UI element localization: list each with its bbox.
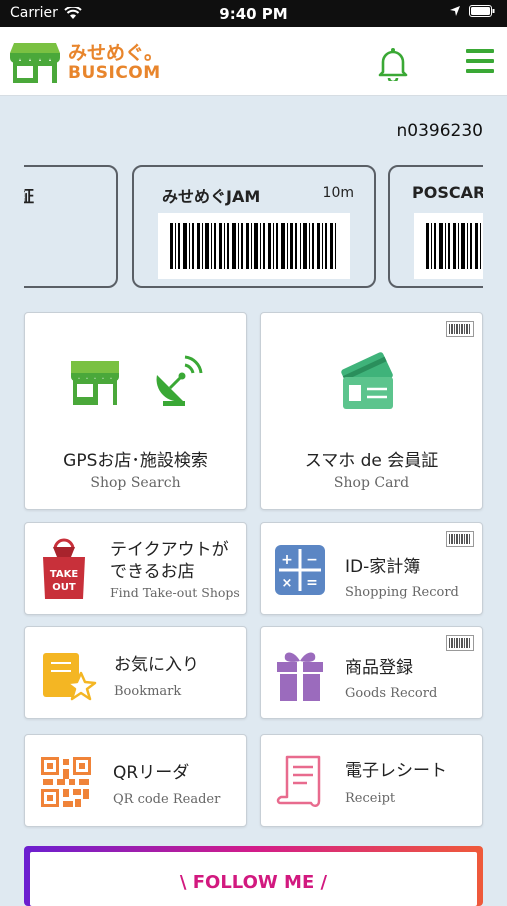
card-title: 証 — [24, 187, 35, 206]
follow-me-banner[interactable]: \ FOLLOW ME / — [24, 846, 483, 906]
tile-goods-record[interactable]: 商品登録 Goods Record — [260, 626, 483, 719]
follow-me-banner-inner: \ FOLLOW ME / — [30, 852, 477, 906]
svg-text:+: + — [281, 552, 293, 568]
barcode — [414, 213, 483, 279]
mini-barcode-icon — [446, 321, 474, 337]
logo-text-ja: みせめぐ。 — [68, 42, 164, 64]
card-title: みせめぐJAM — [162, 187, 261, 206]
tile-shop-card[interactable]: スマホ de 会員証 Shop Card — [260, 312, 483, 510]
tile-title: 電子レシート — [345, 761, 447, 781]
svg-text:×: × — [282, 576, 293, 591]
tile-subtitle: Receipt — [345, 791, 396, 806]
tile-title: QRリーダ — [113, 763, 190, 783]
tile-subtitle: Shop Card — [333, 475, 410, 491]
card-timer: 10m — [322, 185, 354, 201]
barcode-icon — [170, 223, 336, 269]
tile-subtitle: Shopping Record — [345, 585, 459, 600]
tile-takeout-shops[interactable]: TAKE OUT テイクアウトが できるお店 Find Take-out Sho… — [24, 522, 247, 615]
bell-icon[interactable] — [377, 47, 409, 81]
tile-title: 商品登録 — [345, 658, 413, 678]
card-title: POSCAR — [412, 183, 483, 202]
takeout-bag-icon: TAKE OUT — [43, 538, 85, 599]
tile-qr-reader[interactable]: QRリーダ QR code Reader — [24, 734, 247, 827]
tile-title: スマホ de 会員証 — [304, 451, 439, 471]
tile-title: お気に入り — [114, 655, 199, 675]
receipt-icon — [276, 755, 321, 807]
status-time: 9:40 PM — [219, 5, 288, 23]
tile-subtitle: QR code Reader — [113, 792, 221, 807]
mini-barcode-icon — [446, 531, 474, 547]
tile-shopping-record[interactable]: + − × = ID-家計簿 Shopping Record — [260, 522, 483, 615]
follow-me-label: \ FOLLOW ME / — [179, 872, 328, 893]
member-card[interactable]: 証 示 — [24, 165, 118, 288]
app-header: みせめぐ。 BUSICOM — [0, 27, 507, 96]
store-icon — [71, 361, 119, 405]
shop-logo-icon — [10, 43, 60, 83]
tile-subtitle: Shop Search — [90, 475, 181, 491]
location-arrow-icon — [450, 6, 460, 16]
tile-shop-search[interactable]: GPSお店･施設検索 Shop Search — [24, 312, 247, 510]
tile-title: ID-家計簿 — [345, 557, 421, 577]
tile-bookmark[interactable]: お気に入り Bookmark — [24, 626, 247, 719]
member-card[interactable]: POSCAR — [388, 165, 483, 288]
qr-code-icon — [41, 757, 91, 807]
tile-subtitle: Bookmark — [114, 684, 182, 699]
tile-title: GPSお店･施設検索 — [63, 451, 208, 471]
member-card-carousel[interactable]: 証 示 みせめぐJAM 10m — [24, 165, 483, 292]
tile-subtitle: Goods Record — [345, 686, 438, 701]
battery-icon — [469, 5, 495, 17]
status-bar: Carrier 9:40 PM — [0, 0, 507, 27]
hamburger-menu-icon[interactable] — [466, 49, 494, 73]
svg-text:−: − — [306, 552, 318, 568]
barcode-icon — [426, 223, 481, 269]
tile-receipt[interactable]: 電子レシート Receipt — [260, 734, 483, 827]
app-logo[interactable]: みせめぐ。 BUSICOM — [8, 41, 163, 85]
logo-text-en: BUSICOM — [68, 63, 161, 83]
gift-icon — [277, 652, 323, 701]
tile-subtitle: Find Take-out Shops — [110, 585, 240, 600]
member-card[interactable]: みせめぐJAM 10m — [132, 165, 376, 288]
user-id: n0396230 — [396, 121, 484, 141]
mini-barcode-icon — [446, 635, 474, 651]
satellite-dish-icon — [156, 355, 203, 406]
bookmark-star-icon — [43, 653, 97, 701]
svg-text:TAKE: TAKE — [50, 569, 79, 580]
tile-title-line1: テイクアウトが — [110, 540, 229, 560]
member-card-icon — [341, 352, 393, 409]
svg-text:OUT: OUT — [52, 582, 76, 593]
svg-text:=: = — [306, 575, 318, 591]
calculator-icon: + − × = — [275, 545, 325, 595]
barcode — [158, 213, 350, 279]
tile-title-line2: できるお店 — [110, 562, 195, 582]
